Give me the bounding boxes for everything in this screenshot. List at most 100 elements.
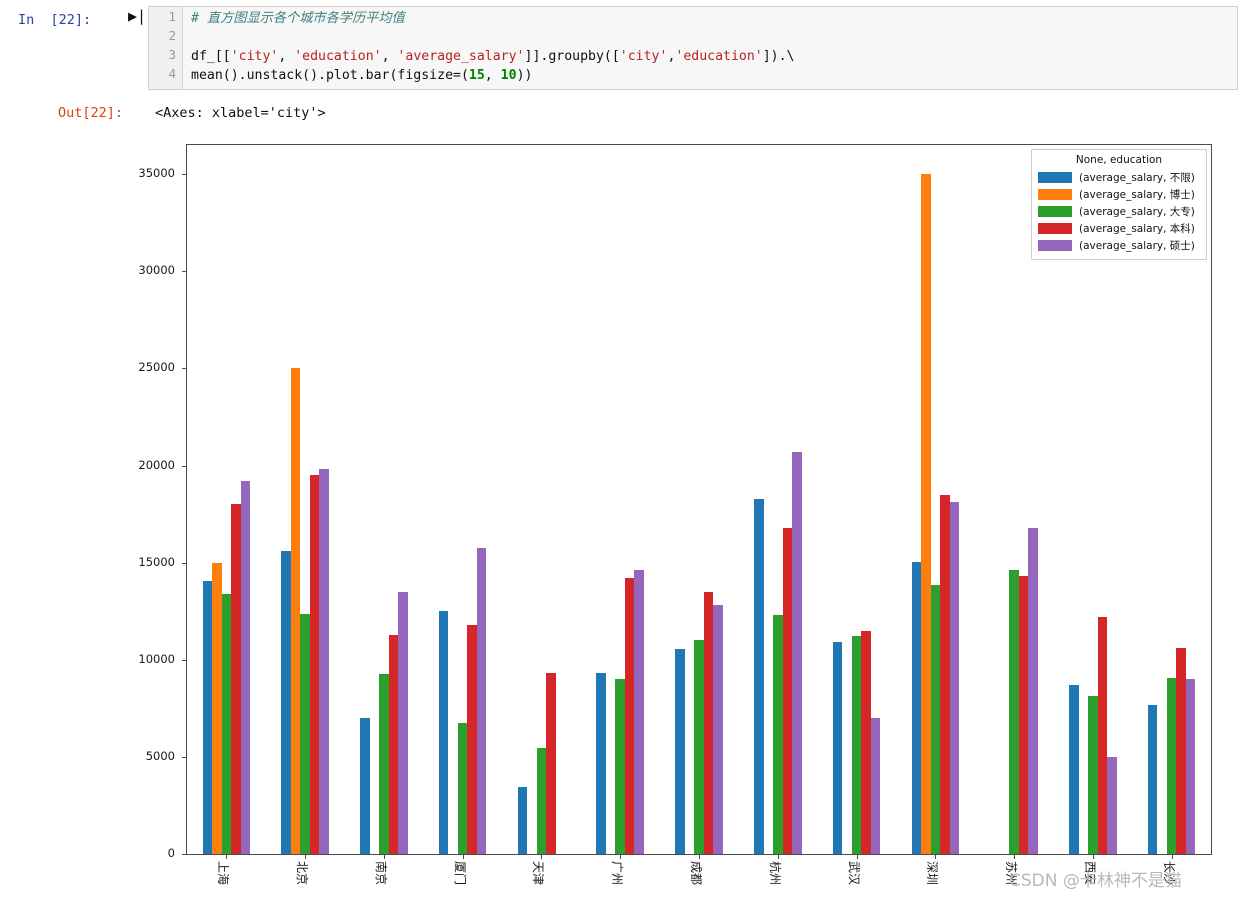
bar bbox=[596, 673, 606, 854]
bar bbox=[694, 640, 704, 854]
bar bbox=[517, 787, 528, 854]
legend-color-swatch bbox=[1038, 172, 1072, 183]
y-axis-tick-label: 20000 bbox=[138, 457, 175, 472]
y-axis-tick-label: 0 bbox=[167, 846, 175, 860]
bar bbox=[281, 550, 291, 854]
x-axis-tick-label: 上海 bbox=[216, 861, 231, 886]
y-axis-tick-mark bbox=[182, 562, 187, 564]
bar bbox=[1088, 695, 1098, 854]
bar bbox=[1107, 756, 1117, 854]
output-prompt-label: Out[22]: bbox=[58, 105, 124, 121]
legend-entry-label: (average_salary, 大专) bbox=[1079, 206, 1195, 218]
bar bbox=[703, 591, 714, 854]
x-axis-tick-label: 广州 bbox=[610, 861, 625, 886]
x-axis-tick-label: 南京 bbox=[373, 861, 388, 886]
run-cell-icon[interactable]: ▶| bbox=[128, 9, 146, 24]
x-axis-tick-label: 成都 bbox=[689, 861, 703, 886]
bar bbox=[467, 624, 477, 854]
bar bbox=[949, 502, 960, 854]
line-number: 2 bbox=[168, 28, 176, 43]
bar bbox=[851, 636, 862, 854]
notebook-page: In [22]: ▶| 1 2 3 4 # 直方图显示各个城市各学历平均值 df… bbox=[0, 0, 1249, 897]
y-axis-tick-label: 25000 bbox=[138, 360, 175, 375]
bar bbox=[782, 527, 793, 854]
legend-entries: (average_salary, 不限) (average_salary, 博士)… bbox=[1038, 169, 1200, 254]
bar bbox=[438, 611, 449, 854]
bar bbox=[309, 475, 320, 854]
bar bbox=[360, 718, 370, 854]
line-number: 1 bbox=[168, 9, 176, 24]
code-comment: # 直方图显示各个城市各学历平均值 bbox=[191, 11, 405, 26]
bar bbox=[861, 630, 871, 854]
y-axis-tick-mark bbox=[182, 854, 187, 855]
code-string: 'average_salary' bbox=[397, 49, 525, 64]
code-number: 10 bbox=[500, 68, 517, 83]
x-axis-tick-mark bbox=[699, 854, 700, 859]
legend-entry: (average_salary, 本科) bbox=[1038, 220, 1200, 237]
x-axis-tick-mark bbox=[305, 854, 307, 859]
bar bbox=[1147, 705, 1158, 854]
x-axis-tick-mark bbox=[1092, 854, 1094, 859]
output-repr-text: <Axes: xlabel='city'> bbox=[155, 105, 326, 121]
code-token: , bbox=[484, 68, 501, 83]
legend-entry: (average_salary, 大专) bbox=[1038, 203, 1200, 220]
code-token: , bbox=[278, 49, 295, 64]
code-string: 'education' bbox=[294, 49, 382, 64]
line-number: 4 bbox=[168, 66, 176, 81]
bar bbox=[546, 673, 556, 854]
bar bbox=[624, 578, 635, 854]
bar bbox=[713, 605, 723, 854]
y-axis-tick-mark bbox=[182, 756, 187, 758]
y-axis-tick-mark bbox=[182, 271, 187, 273]
bar bbox=[1176, 648, 1186, 854]
x-axis-tick-mark bbox=[777, 854, 779, 859]
code-editor-text[interactable]: # 直方图显示各个城市各学历平均值 df_[['city', 'educatio… bbox=[191, 9, 1233, 85]
legend-color-swatch bbox=[1038, 189, 1072, 200]
bar bbox=[930, 584, 941, 854]
x-axis-tick-label: 厦门 bbox=[452, 861, 467, 886]
bar bbox=[398, 591, 408, 854]
line-number-gutter: 1 2 3 4 bbox=[149, 7, 183, 89]
notebook-input-row: In [22]: ▶| 1 2 3 4 # 直方图显示各个城市各学历平均值 df… bbox=[0, 0, 1249, 96]
matplotlib-figure: 0 5000 10000 15000 20000 25000 30000 35000 上海 北京… bbox=[0, 130, 1249, 897]
legend-title: None, education bbox=[1075, 154, 1163, 166]
code-token: )) bbox=[516, 68, 533, 83]
bar bbox=[212, 562, 222, 854]
code-string: 'city' bbox=[230, 49, 279, 64]
bar bbox=[290, 368, 301, 854]
x-axis-tick-mark bbox=[856, 854, 858, 859]
bar bbox=[773, 615, 783, 854]
code-token: ]].groupby([ bbox=[524, 49, 620, 64]
bar bbox=[1018, 576, 1029, 854]
bar bbox=[940, 494, 950, 854]
x-axis-tick-label: 天津 bbox=[531, 861, 546, 886]
bar bbox=[675, 649, 685, 854]
bar bbox=[476, 548, 487, 854]
bar bbox=[388, 634, 399, 854]
bar bbox=[1069, 685, 1079, 854]
bar bbox=[231, 504, 241, 854]
x-axis-tick-mark bbox=[462, 854, 464, 859]
x-axis-tick-mark bbox=[620, 854, 622, 859]
code-token: ]).\ bbox=[762, 49, 795, 64]
bar bbox=[319, 469, 329, 854]
bar bbox=[300, 614, 310, 854]
legend-entry: (average_salary, 博士) bbox=[1038, 186, 1200, 203]
bar bbox=[221, 593, 232, 854]
code-string: 'city' bbox=[619, 49, 668, 64]
y-axis-tick-mark bbox=[182, 465, 187, 467]
input-prompt-label: In [22]: bbox=[18, 12, 92, 28]
x-axis-tick-mark bbox=[1014, 854, 1016, 859]
y-axis-tick-label: 15000 bbox=[138, 554, 175, 569]
code-cell[interactable]: 1 2 3 4 # 直方图显示各个城市各学历平均值 df_[['city', '… bbox=[148, 6, 1238, 90]
legend-entry-label: (average_salary, 不限) bbox=[1079, 172, 1195, 184]
bar bbox=[792, 451, 802, 854]
y-axis-tick-label: 30000 bbox=[138, 263, 175, 278]
y-axis-tick-mark bbox=[182, 174, 187, 176]
x-axis-tick-mark bbox=[935, 854, 937, 859]
y-axis-tick-label: 5000 bbox=[145, 748, 175, 763]
code-token: df_[[ bbox=[191, 49, 231, 64]
bar bbox=[634, 570, 644, 854]
x-axis-tick-label: 北京 bbox=[295, 861, 310, 886]
x-axis-tick-mark bbox=[1171, 854, 1173, 859]
